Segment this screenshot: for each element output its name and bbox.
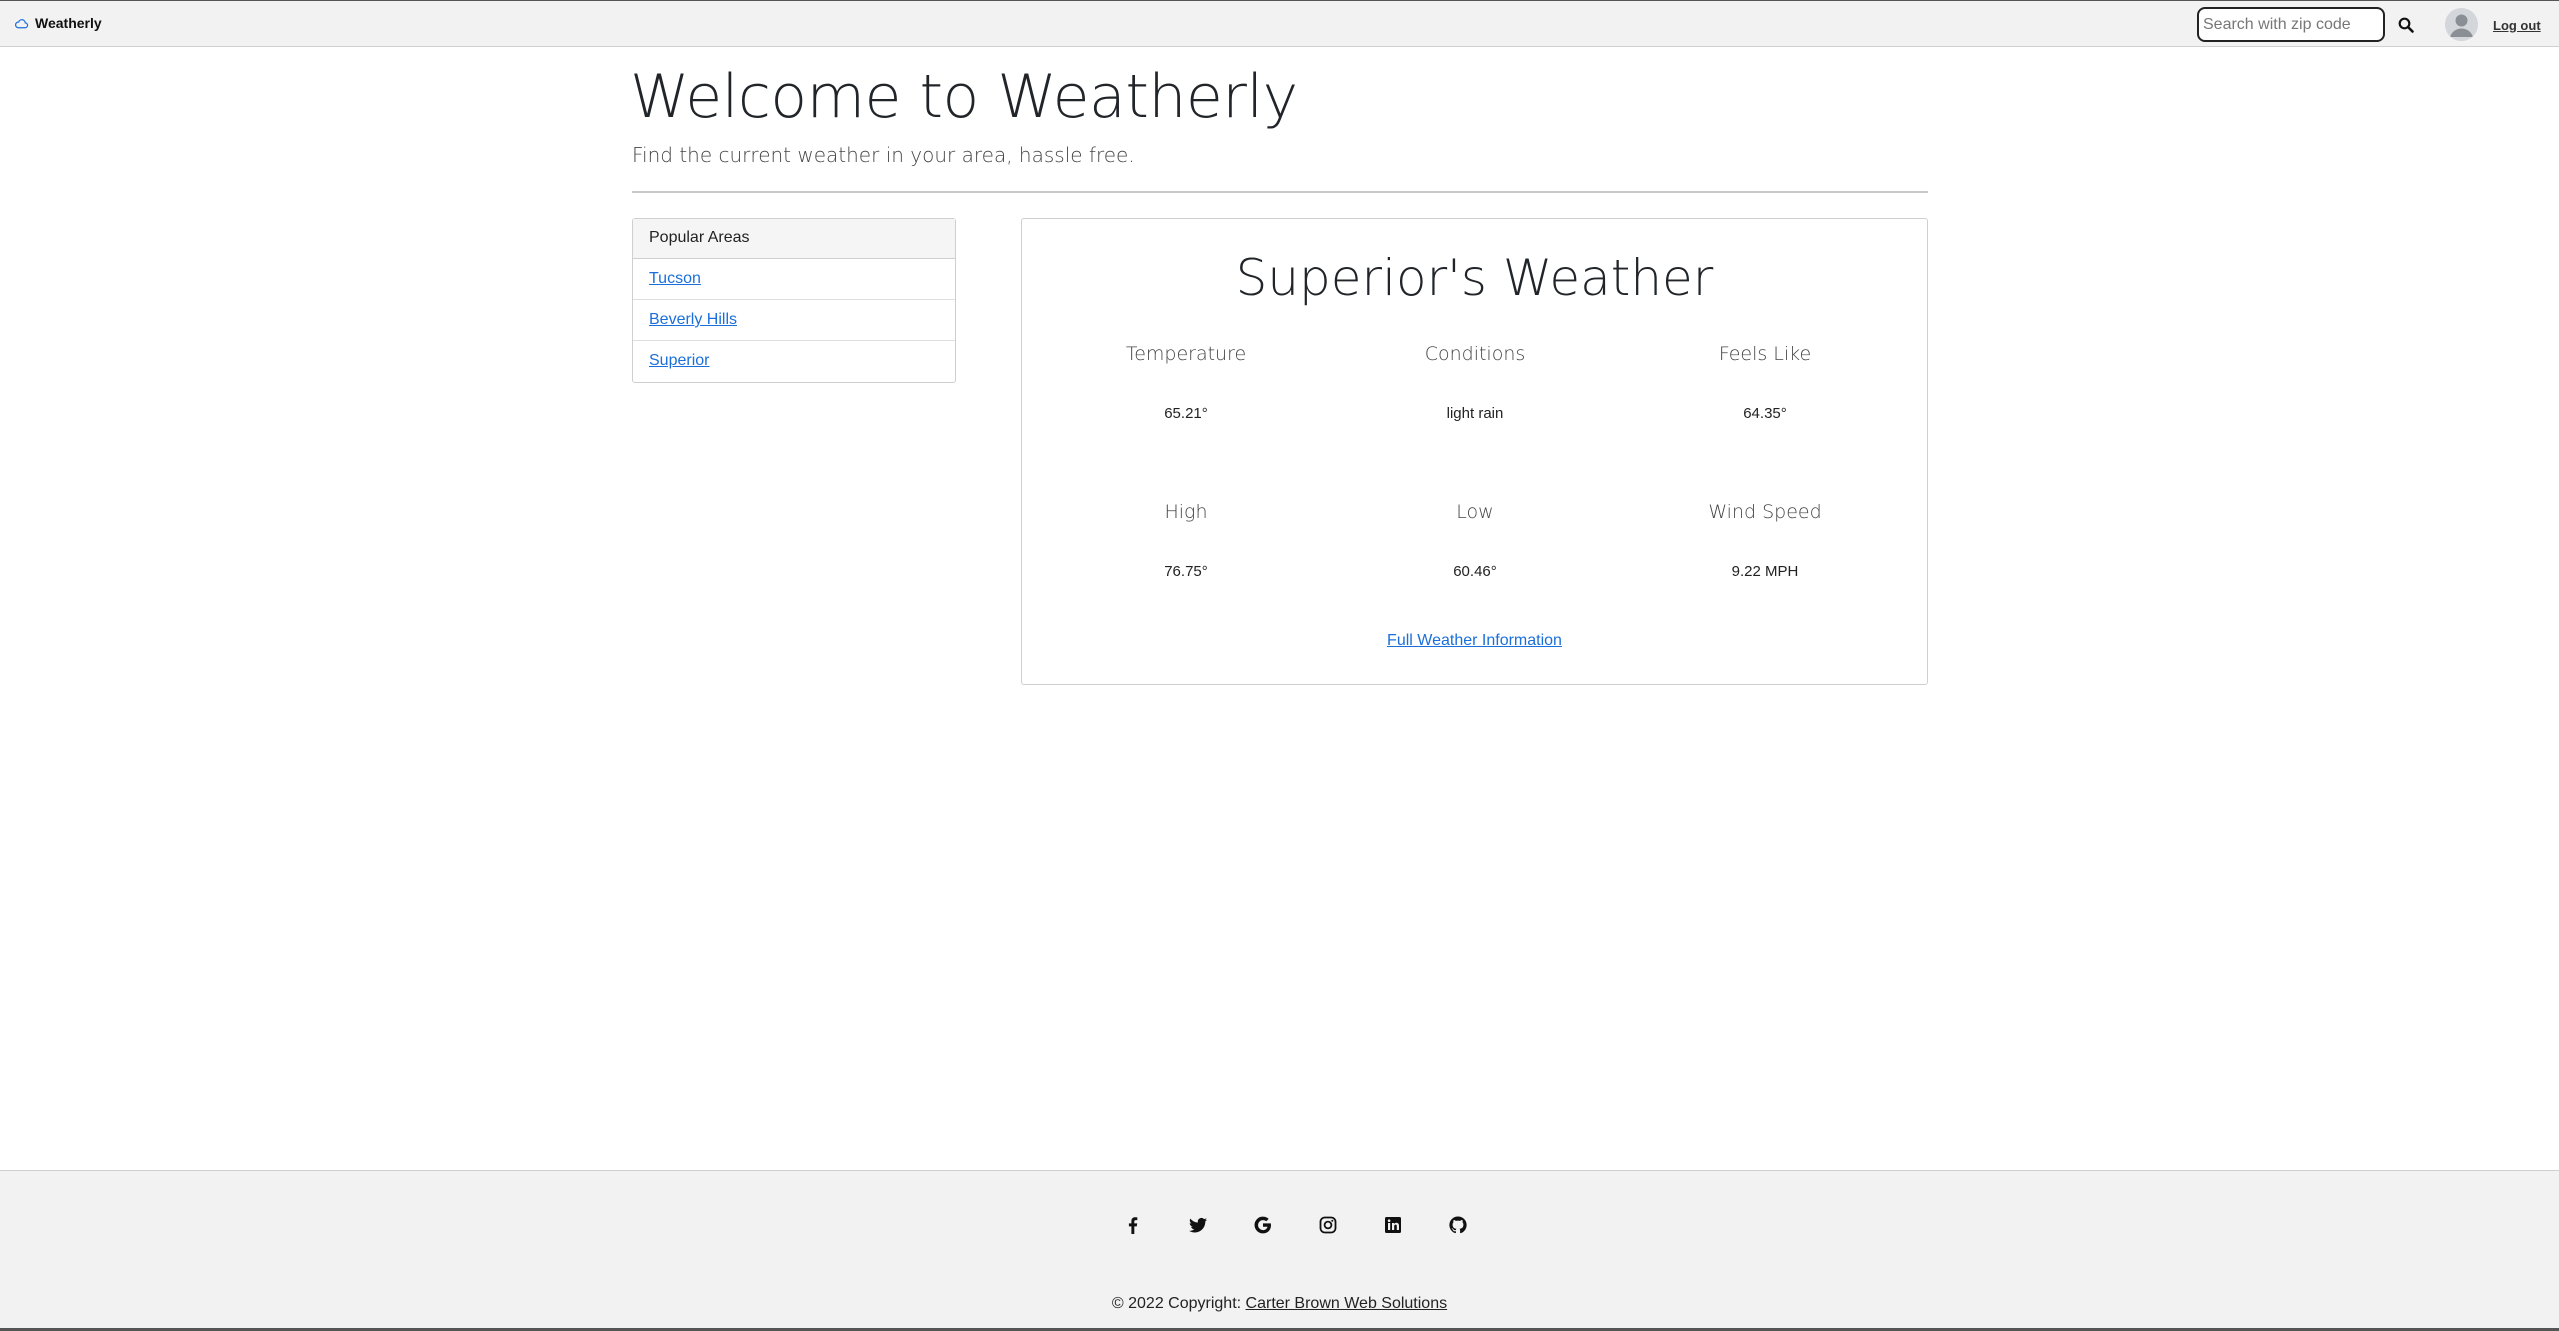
popular-areas-list: Popular Areas Tucson Beverly Hills Super… — [632, 218, 956, 383]
page-title: Welcome to Weatherly — [630, 62, 1298, 132]
copyright: © 2022 Copyright: Carter Brown Web Solut… — [0, 1295, 2559, 1313]
facebook-link[interactable] — [1100, 1213, 1165, 1237]
copyright-link[interactable]: Carter Brown Web Solutions — [1246, 1295, 1448, 1312]
google-icon — [1254, 1216, 1271, 1234]
area-link-beverly-hills[interactable]: Beverly Hills — [649, 311, 737, 328]
stat-label: Conditions — [1424, 343, 1526, 365]
social-links — [1100, 1213, 1490, 1237]
stat-label: High — [1164, 501, 1208, 523]
cloud-icon — [15, 18, 29, 28]
stat-value: 9.22 MPH — [1731, 563, 1799, 580]
stat-value: 64.35° — [1743, 405, 1787, 422]
stat-low: Low 60.46° — [1325, 501, 1625, 580]
stat-label: Temperature — [1125, 343, 1247, 365]
stat-wind-speed: Wind Speed 9.22 MPH — [1615, 501, 1915, 580]
header-divider — [632, 191, 1928, 193]
stat-value: light rain — [1446, 405, 1504, 422]
full-weather-info-link[interactable]: Full Weather Information — [1387, 632, 1562, 649]
twitter-icon — [1188, 1217, 1207, 1233]
facebook-icon — [1128, 1217, 1137, 1234]
zip-search-input[interactable] — [2197, 7, 2385, 42]
page-subtitle: Find the current weather in your area, h… — [632, 143, 1135, 167]
navbar: Weatherly Log out — [0, 0, 2559, 47]
stat-label: Low — [1456, 501, 1494, 523]
user-avatar-icon — [2445, 8, 2478, 41]
search-button[interactable] — [2394, 13, 2418, 37]
stat-value: 65.21° — [1164, 405, 1208, 422]
google-link[interactable] — [1230, 1213, 1295, 1237]
github-link[interactable] — [1425, 1213, 1490, 1237]
avatar[interactable] — [2445, 8, 2478, 41]
stat-high: High 76.75° — [1036, 501, 1336, 580]
instagram-link[interactable] — [1295, 1213, 1360, 1237]
stat-feels-like: Feels Like 64.35° — [1615, 343, 1915, 422]
area-item-beverly-hills: Beverly Hills — [633, 300, 955, 341]
area-item-superior: Superior — [633, 341, 955, 382]
stat-value: 76.75° — [1164, 563, 1208, 580]
linkedin-link[interactable] — [1360, 1213, 1425, 1237]
brand-link[interactable]: Weatherly — [14, 15, 102, 31]
brand-name: Weatherly — [35, 15, 102, 31]
stat-label: Wind Speed — [1708, 501, 1822, 523]
logout-link[interactable]: Log out — [2493, 18, 2541, 33]
linkedin-icon — [1384, 1217, 1401, 1233]
stat-label: Feels Like — [1718, 343, 1812, 365]
popular-areas-header: Popular Areas — [633, 219, 955, 259]
full-weather-info: Full Weather Information — [1022, 632, 1927, 650]
weather-card: Superior's Weather Temperature 65.21° Co… — [1021, 218, 1928, 685]
area-link-superior[interactable]: Superior — [649, 352, 709, 369]
github-icon — [1448, 1216, 1467, 1234]
area-item-tucson: Tucson — [633, 259, 955, 300]
stat-conditions: Conditions light rain — [1325, 343, 1625, 422]
area-link-tucson[interactable]: Tucson — [649, 270, 701, 287]
footer: © 2022 Copyright: Carter Brown Web Solut… — [0, 1170, 2559, 1331]
search-icon — [2398, 17, 2414, 33]
instagram-icon — [1319, 1216, 1336, 1234]
twitter-link[interactable] — [1165, 1213, 1230, 1237]
copyright-text: © 2022 Copyright: — [1111, 1295, 1246, 1312]
stat-value: 60.46° — [1453, 563, 1497, 580]
stat-temperature: Temperature 65.21° — [1036, 343, 1336, 422]
weather-stats: Temperature 65.21° Conditions light rain… — [1022, 219, 1927, 684]
